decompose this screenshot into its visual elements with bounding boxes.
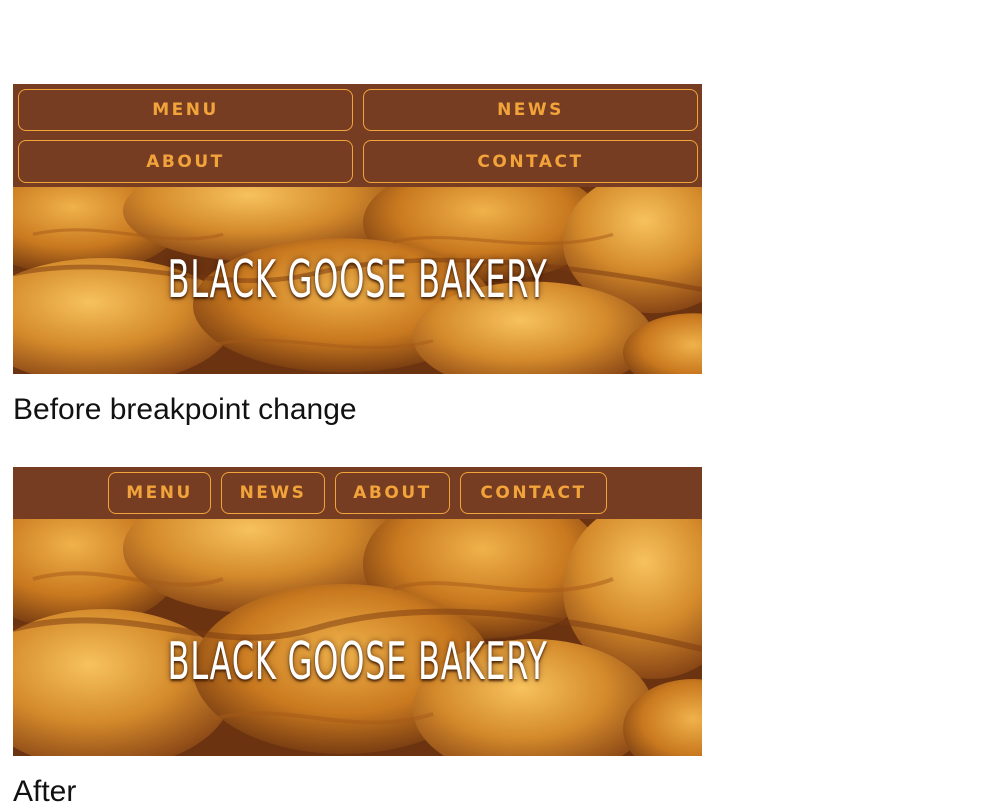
contact-button[interactable]: CONTACT (363, 140, 698, 183)
nav-bar: MENU NEWS ABOUT CONTACT (13, 467, 702, 519)
bakery-wordmark: BLACK GOOSE BAKERY (167, 250, 548, 310)
after-preview: MENU NEWS ABOUT CONTACT BLACK GOOSE BAKE… (13, 467, 702, 756)
about-button[interactable]: ABOUT (335, 472, 450, 514)
before-preview: MENU NEWS ABOUT CONTACT BLACK GOOSE BAKE… (13, 84, 702, 374)
bakery-wordmark: BLACK GOOSE BAKERY (167, 632, 548, 692)
caption-before: Before breakpoint change (13, 393, 357, 426)
contact-button[interactable]: CONTACT (460, 472, 607, 514)
news-button[interactable]: NEWS (221, 472, 325, 514)
news-button[interactable]: NEWS (363, 89, 698, 131)
menu-button[interactable]: MENU (18, 89, 353, 131)
menu-button[interactable]: MENU (108, 472, 211, 514)
hero-image: BLACK GOOSE BAKERY (13, 519, 702, 756)
caption-after: After (13, 775, 77, 808)
about-button[interactable]: ABOUT (18, 140, 353, 183)
nav-bar: MENU NEWS ABOUT CONTACT (13, 84, 702, 187)
hero-image: BLACK GOOSE BAKERY (13, 187, 702, 374)
